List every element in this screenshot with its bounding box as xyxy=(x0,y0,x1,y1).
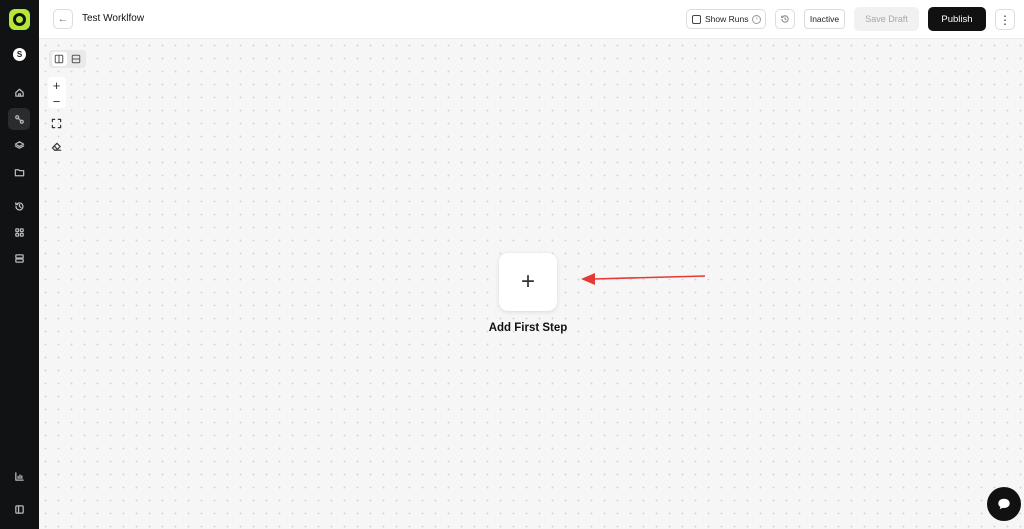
vertical-layout-button[interactable] xyxy=(51,52,67,66)
chat-bubble-icon xyxy=(998,498,1010,510)
sidebar-item-data[interactable] xyxy=(8,247,30,269)
workflow-icon xyxy=(14,114,24,124)
workflow-title[interactable]: Test Worklfow xyxy=(82,13,144,24)
plus-icon: + xyxy=(520,268,535,295)
sidebar-item-workflows[interactable] xyxy=(8,108,30,130)
zoom-out-button[interactable]: − xyxy=(48,93,65,109)
rows-icon xyxy=(71,54,80,64)
workspace-avatar[interactable]: S xyxy=(13,48,26,61)
minus-icon: − xyxy=(52,93,61,109)
history-icon xyxy=(781,15,789,23)
layers-icon xyxy=(14,140,24,149)
sidebar-item-layers[interactable] xyxy=(8,134,30,156)
show-runs-label: Show Runs xyxy=(705,14,749,24)
plus-icon: + xyxy=(52,77,61,93)
show-runs-checkbox[interactable] xyxy=(692,14,701,24)
fit-view-button[interactable] xyxy=(48,115,65,131)
workflow-canvas[interactable]: + − + Add First Step xyxy=(39,39,1024,529)
support-chat-button[interactable] xyxy=(987,487,1021,521)
more-vertical-icon: ⋮ xyxy=(999,12,1011,27)
annotation-arrow xyxy=(581,273,706,285)
folder-icon xyxy=(14,168,24,176)
history-icon xyxy=(14,201,24,211)
layout-orientation-toggle xyxy=(49,50,86,68)
analytics-icon xyxy=(14,471,24,481)
publish-button[interactable]: Publish xyxy=(928,7,986,31)
arrow-left-icon: ← xyxy=(57,13,69,25)
sidebar-item-history[interactable] xyxy=(8,195,30,217)
sidebar-item-analytics[interactable] xyxy=(8,465,30,487)
back-button[interactable]: ← xyxy=(53,9,73,29)
sidebar-item-apps[interactable] xyxy=(8,221,30,243)
eraser-icon xyxy=(51,142,62,151)
sidebar-item-folders[interactable] xyxy=(8,161,30,183)
home-icon xyxy=(14,88,24,97)
save-draft-button[interactable]: Save Draft xyxy=(854,7,919,31)
more-options-button[interactable]: ⋮ xyxy=(995,9,1015,30)
sidebar-item-panel[interactable] xyxy=(8,498,30,520)
apps-icon xyxy=(14,227,24,237)
columns-icon xyxy=(55,54,64,64)
sidebar: S xyxy=(0,0,39,529)
server-icon xyxy=(14,253,24,263)
version-history-button[interactable] xyxy=(775,9,795,29)
status-toggle-button[interactable]: Inactive xyxy=(804,9,845,29)
horizontal-layout-button[interactable] xyxy=(68,52,83,66)
show-runs-toggle[interactable]: Show Runs i xyxy=(686,9,766,29)
zoom-in-button[interactable]: + xyxy=(48,77,65,93)
panel-icon xyxy=(14,504,24,514)
top-bar: ← Test Worklfow Show Runs i Inactive Sav… xyxy=(39,0,1024,39)
info-icon[interactable]: i xyxy=(752,14,762,24)
app-logo[interactable] xyxy=(9,9,30,30)
clear-canvas-button[interactable] xyxy=(48,138,65,154)
add-first-step-button[interactable]: + xyxy=(499,253,557,311)
sidebar-item-home[interactable] xyxy=(8,81,30,103)
fit-view-icon xyxy=(51,118,62,128)
add-first-step-label[interactable]: Add First Step xyxy=(469,322,587,334)
